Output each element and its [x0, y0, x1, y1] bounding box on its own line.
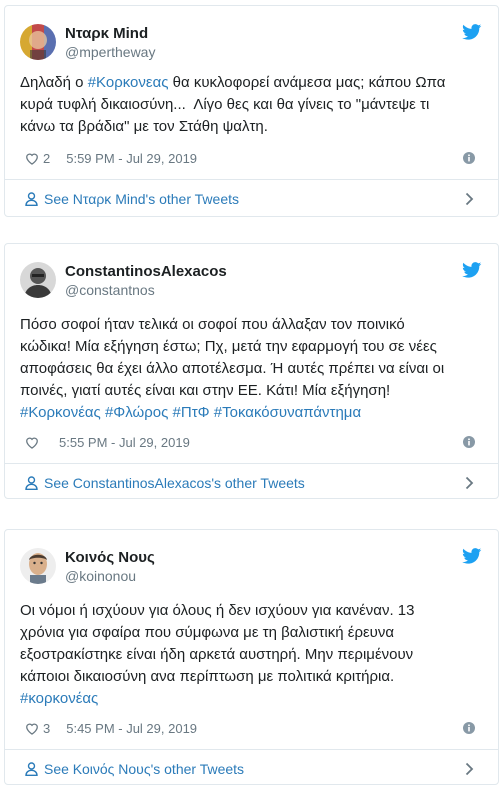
tweet-meta: 5:55 PM - Jul 29, 2019: [25, 433, 190, 451]
display-name[interactable]: Νταρκ Mind: [65, 24, 155, 43]
user-handle[interactable]: @mpertheway: [65, 43, 155, 61]
user-handle[interactable]: @constantnos: [65, 281, 227, 299]
timestamp[interactable]: 5:59 PM - Jul 29, 2019: [66, 151, 197, 166]
tweet-text: Οι νόμοι ή ισχύουν για όλους ή δεν ισχύο…: [20, 600, 484, 710]
twitter-bird-icon[interactable]: [462, 24, 482, 40]
tweet-header: Κοινός Νους @koinonou: [20, 544, 155, 588]
chevron-right-icon[interactable]: [465, 192, 474, 206]
tweet-card: ConstantinosAlexacos @constantnos Πόσο σ…: [4, 243, 499, 499]
timestamp[interactable]: 5:55 PM - Jul 29, 2019: [59, 435, 190, 450]
hashtag-link[interactable]: #κορκονέας: [20, 690, 98, 707]
user-handle[interactable]: @koinonou: [65, 567, 155, 585]
like-count: 3: [43, 720, 51, 736]
info-icon[interactable]: [463, 152, 475, 164]
twitter-bird-icon[interactable]: [462, 548, 482, 564]
avatar[interactable]: [20, 262, 56, 298]
tweet-header: Νταρκ Mind @mpertheway: [20, 20, 155, 64]
hashtag-link[interactable]: #Κορκονεας: [88, 74, 169, 91]
chevron-right-icon[interactable]: [465, 762, 474, 776]
tweet-footer[interactable]: See Κοινός Νους's other Tweets: [5, 749, 498, 787]
info-icon[interactable]: [463, 436, 475, 448]
heart-icon[interactable]: [25, 722, 39, 735]
person-icon: [25, 475, 38, 490]
tweet-footer[interactable]: See ConstantinosAlexacos's other Tweets: [5, 463, 498, 501]
tweet-header: ConstantinosAlexacos @constantnos: [20, 258, 227, 302]
tweet-text-part: Δηλαδή ο: [20, 74, 88, 91]
tweet-text-part: Οι νόμοι ή ισχύουν για όλους ή δεν ισχύο…: [20, 602, 415, 685]
other-tweets-link[interactable]: See Κοινός Νους's other Tweets: [44, 761, 244, 777]
tweet-text-part: Πόσο σοφοί ήταν τελικά οι σοφοί που άλλα…: [20, 316, 445, 399]
other-tweets-link[interactable]: See ConstantinosAlexacos's other Tweets: [44, 475, 305, 491]
heart-icon[interactable]: [25, 436, 39, 449]
heart-icon[interactable]: [25, 152, 39, 165]
tweet-card: Κοινός Νους @koinonou Οι νόμοι ή ισχύουν…: [4, 529, 499, 785]
like-count: 2: [43, 150, 51, 166]
chevron-right-icon[interactable]: [465, 476, 474, 490]
twitter-bird-icon[interactable]: [462, 262, 482, 278]
tweet-text: Δηλαδή ο #Κορκονεας θα κυκλοφορεί ανάμεσ…: [20, 72, 484, 138]
other-tweets-link[interactable]: See Νταρκ Mind's other Tweets: [44, 191, 239, 207]
tweet-footer[interactable]: See Νταρκ Mind's other Tweets: [5, 179, 498, 217]
tweet-text: Πόσο σοφοί ήταν τελικά οι σοφοί που άλλα…: [20, 314, 484, 424]
person-icon: [25, 191, 38, 206]
hashtag-links[interactable]: #Κορκονέας #Φλώρος #ΠτΦ #Τοκακόσυναπάντη…: [20, 404, 361, 421]
tweet-card: Νταρκ Mind @mpertheway Δηλαδή ο #Κορκονε…: [4, 5, 499, 217]
tweet-meta: 2 5:59 PM - Jul 29, 2019: [25, 149, 197, 167]
info-icon[interactable]: [463, 722, 475, 734]
person-icon: [25, 761, 38, 776]
avatar[interactable]: [20, 548, 56, 584]
timestamp[interactable]: 5:45 PM - Jul 29, 2019: [66, 721, 197, 736]
display-name[interactable]: ConstantinosAlexacos: [65, 262, 227, 281]
tweet-meta: 3 5:45 PM - Jul 29, 2019: [25, 719, 197, 737]
avatar[interactable]: [20, 24, 56, 60]
display-name[interactable]: Κοινός Νους: [65, 548, 155, 567]
